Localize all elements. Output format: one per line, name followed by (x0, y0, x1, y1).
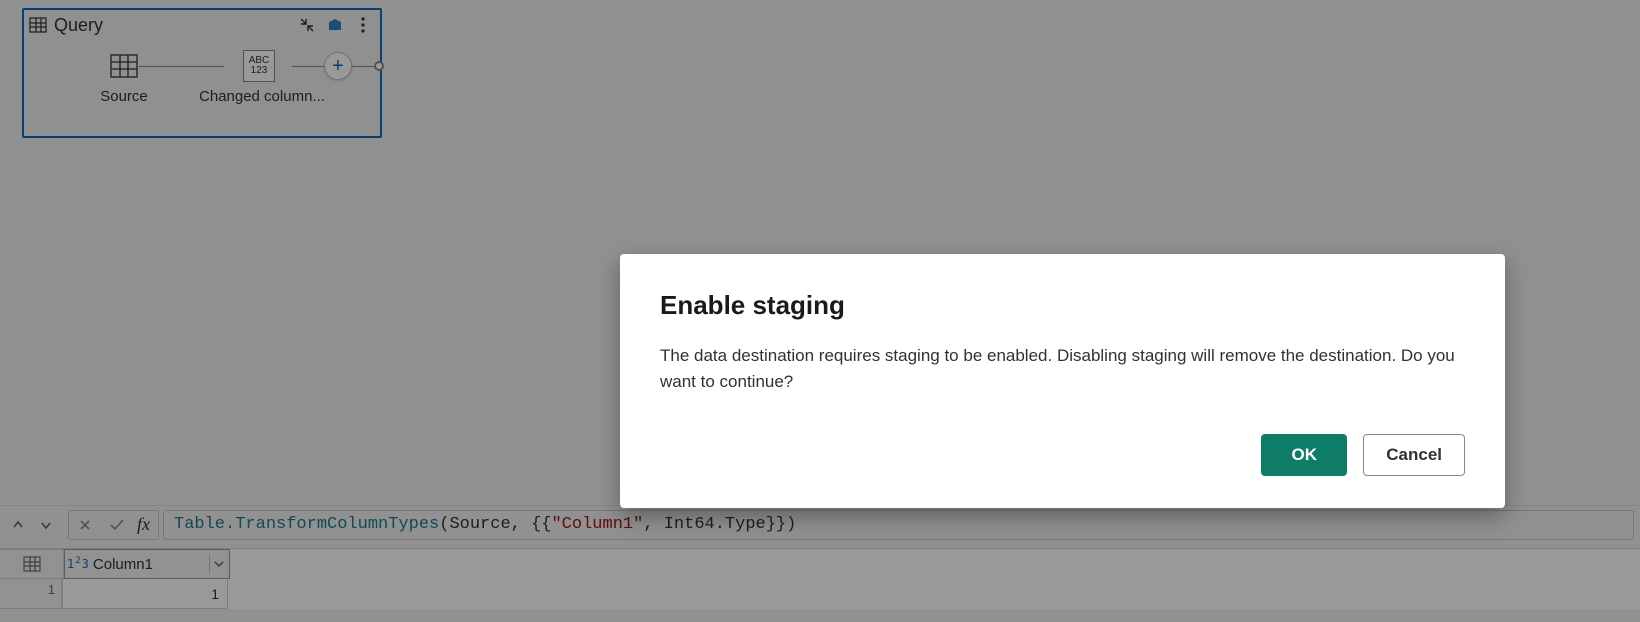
ok-button[interactable]: OK (1261, 434, 1347, 476)
enable-staging-dialog: Enable staging The data destination requ… (620, 254, 1505, 508)
cancel-button[interactable]: Cancel (1363, 434, 1465, 476)
modal-overlay: Enable staging The data destination requ… (0, 0, 1640, 622)
dialog-title: Enable staging (660, 290, 1465, 321)
dialog-actions: OK Cancel (660, 434, 1465, 476)
dialog-body: The data destination requires staging to… (660, 343, 1465, 396)
